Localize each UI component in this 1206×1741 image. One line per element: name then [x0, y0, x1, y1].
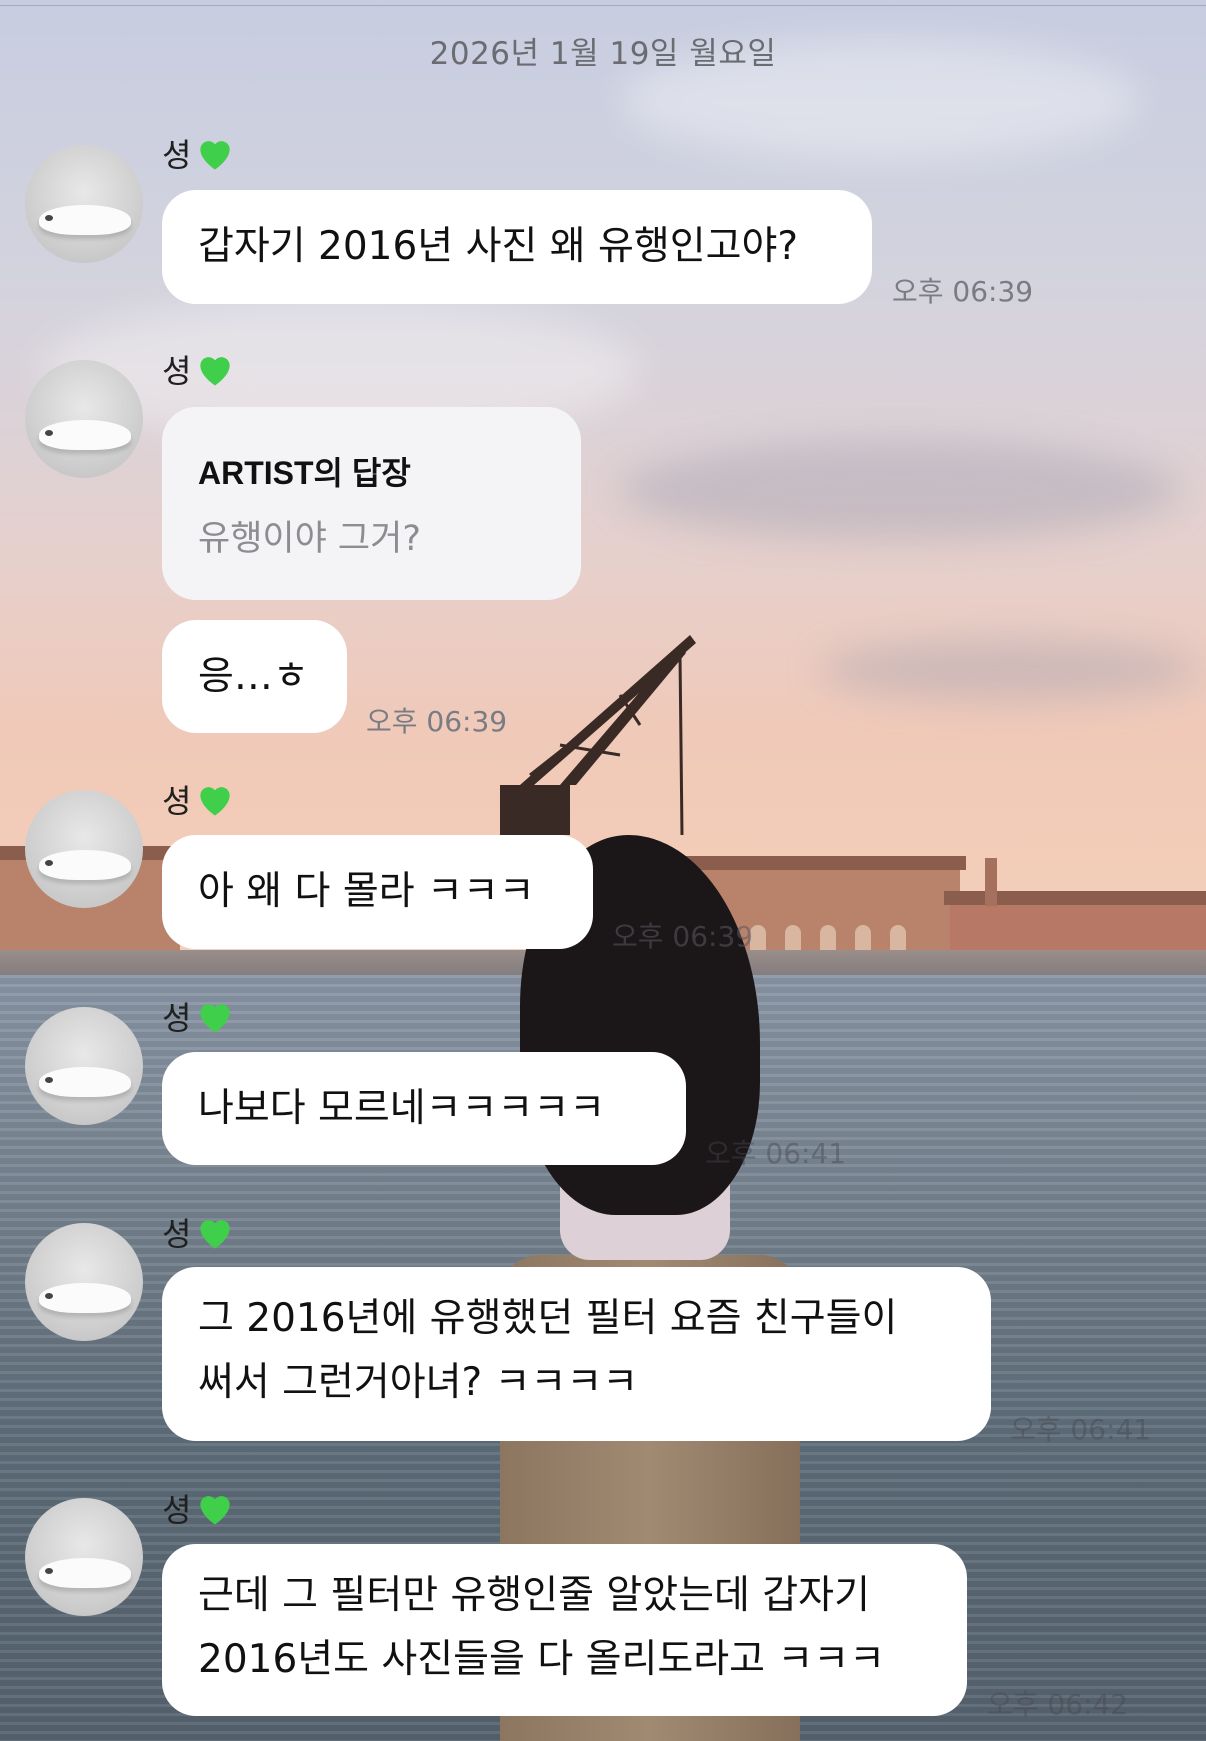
sender-name: 셩 — [162, 993, 237, 1039]
sender-name-text: 셩 — [162, 999, 192, 1037]
cloud — [820, 640, 1200, 700]
message-bubble[interactable]: 갑자기 2016년 사진 왜 유행인고야? — [162, 190, 872, 304]
sender-name-text: 셩 — [162, 1215, 192, 1253]
green-heart-icon — [200, 141, 231, 170]
message-bubble[interactable]: 그 2016년에 유행했던 필터 요즘 친구들이 써서 그런거아녀? ㅋㅋㅋㅋ — [162, 1267, 991, 1441]
message-time: 오후 06:39 — [366, 705, 508, 738]
bell-tower — [985, 858, 997, 906]
message-text-line: 2016년도 사진들을 다 올리도라고 ㅋㅋㅋ — [198, 1637, 886, 1682]
sender-avatar[interactable] — [25, 1498, 143, 1616]
sender-avatar[interactable] — [25, 360, 143, 478]
dog-avatar-image — [39, 1283, 131, 1313]
green-heart-icon — [200, 357, 231, 386]
cloud — [620, 440, 1180, 540]
sender-name: 셩 — [162, 1209, 237, 1255]
message-bubble[interactable]: 나보다 모르네ㅋㅋㅋㅋㅋ — [162, 1052, 686, 1165]
message-text: 응…ㅎ — [198, 654, 309, 699]
sender-avatar[interactable] — [25, 1007, 143, 1125]
sender-avatar[interactable] — [25, 790, 143, 908]
sender-name-text: 셩 — [162, 782, 192, 820]
dog-avatar-image — [39, 420, 131, 450]
sender-name: 셩 — [162, 1485, 237, 1531]
dog-avatar-image — [39, 850, 131, 880]
reply-bubble[interactable]: ARTIST의 답장 유행이야 그거? — [162, 407, 581, 600]
sender-avatar[interactable] — [25, 145, 143, 263]
message-time: 오후 06:41 — [1010, 1413, 1152, 1446]
message-bubble[interactable]: 아 왜 다 몰라 ㅋㅋㅋ — [162, 835, 593, 949]
crane — [500, 635, 696, 835]
green-heart-icon — [200, 787, 231, 816]
message-time: 오후 06:41 — [705, 1137, 847, 1170]
message-time: 오후 06:42 — [987, 1688, 1129, 1721]
sender-name-text: 셩 — [162, 352, 192, 390]
green-heart-icon — [200, 1220, 231, 1249]
reply-quote: 유행이야 그거? — [198, 519, 421, 559]
sender-name: 셩 — [162, 346, 237, 392]
message-time: 오후 06:39 — [612, 920, 754, 953]
sender-name-text: 셩 — [162, 136, 192, 174]
dog-avatar-image — [39, 205, 131, 235]
green-heart-icon — [200, 1496, 231, 1525]
message-text: 갑자기 2016년 사진 왜 유행인고야? — [198, 224, 799, 269]
sender-name: 셩 — [162, 130, 237, 176]
message-text-line: 써서 그런거아녀? ㅋㅋㅋㅋ — [198, 1360, 639, 1405]
dog-avatar-image — [39, 1558, 131, 1588]
green-heart-icon — [200, 1004, 231, 1033]
sender-name: 셩 — [162, 776, 237, 822]
message-text-line: 그 2016년에 유행했던 필터 요즘 친구들이 — [198, 1296, 898, 1341]
dog-avatar-image — [39, 1067, 131, 1097]
date-header: 2026년 1월 19일 월요일 — [429, 36, 777, 72]
message-text-line: 근데 그 필터만 유행인줄 알았는데 갑자기 — [198, 1573, 870, 1618]
sender-name-text: 셩 — [162, 1491, 192, 1529]
message-bubble[interactable]: 근데 그 필터만 유행인줄 알았는데 갑자기 2016년도 사진들을 다 올리도… — [162, 1544, 967, 1716]
top-divider — [0, 5, 1206, 6]
message-time: 오후 06:39 — [892, 275, 1034, 308]
sender-avatar[interactable] — [25, 1223, 143, 1341]
reply-title: ARTIST의 답장 — [198, 455, 411, 491]
message-text: 나보다 모르네ㅋㅋㅋㅋㅋ — [198, 1086, 606, 1131]
message-text: 아 왜 다 몰라 ㅋㅋㅋ — [198, 869, 535, 914]
message-bubble[interactable]: 응…ㅎ — [162, 620, 347, 733]
